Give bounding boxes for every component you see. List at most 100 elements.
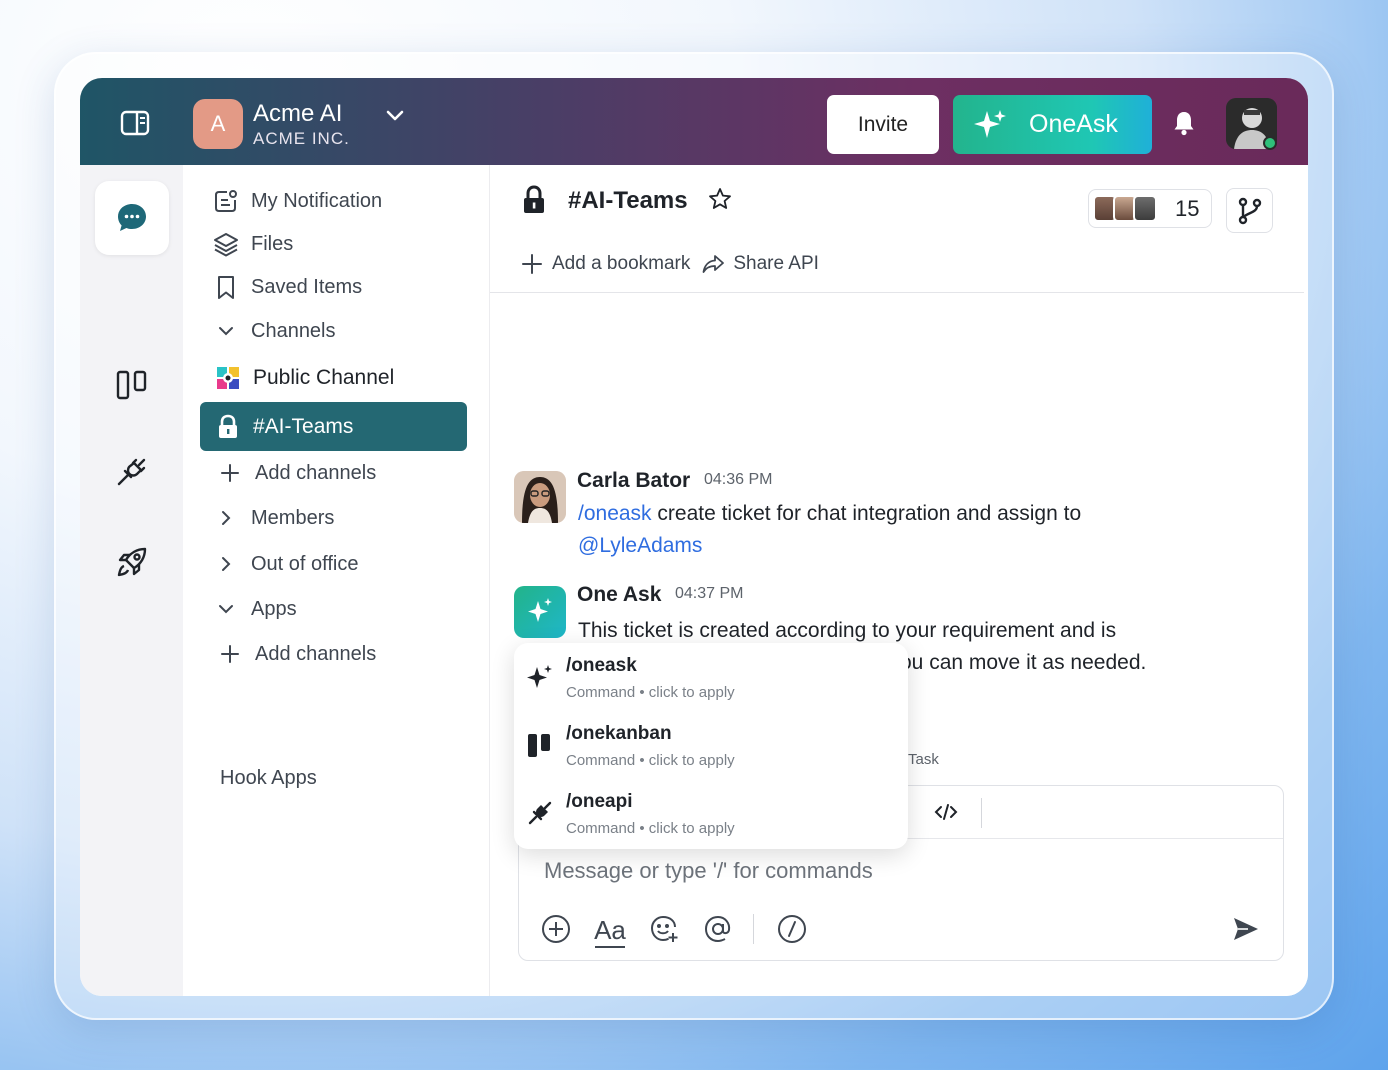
bookmark-icon <box>213 274 239 300</box>
send-icon <box>1234 918 1258 940</box>
sidebar-item-public-channel[interactable]: Public Channel <box>215 365 394 391</box>
sidebar-item-label: #AI-Teams <box>253 414 354 438</box>
sidebar-item-notification[interactable]: My Notification <box>213 188 382 214</box>
invite-button[interactable]: Invite <box>827 95 939 154</box>
chevron-down-icon[interactable] <box>384 106 406 126</box>
add-bookmark-label: Add a bookmark <box>552 253 691 274</box>
sidebar-item-saved[interactable]: Saved Items <box>213 274 362 300</box>
plus-icon <box>217 641 243 667</box>
text-format-button[interactable]: Aa <box>594 914 626 948</box>
plug-icon[interactable] <box>115 455 149 489</box>
sidebar-item-hook-apps[interactable]: Hook Apps <box>220 767 317 790</box>
sidebar-item-ai-teams[interactable]: #AI-Teams <box>200 402 467 451</box>
sidebar-section-members[interactable]: Members <box>213 505 334 531</box>
sidebar-item-label: Apps <box>251 597 297 620</box>
emoji-button[interactable] <box>649 914 679 944</box>
avatar[interactable] <box>514 471 566 523</box>
workspace-avatar[interactable]: A <box>193 99 243 149</box>
command-mention[interactable]: /oneask <box>578 502 652 525</box>
chevron-down-icon <box>213 596 239 622</box>
sidebar-item-label: My Notification <box>251 189 383 212</box>
message-body: create ticket for chat integration and a… <box>651 502 1082 525</box>
at-icon <box>704 915 731 943</box>
channel-title: #AI-Teams <box>568 187 688 214</box>
sidebar-item-label: Channels <box>251 319 336 342</box>
sidebar-section-apps[interactable]: Apps <box>213 596 297 622</box>
chat-bubble-icon <box>118 204 146 231</box>
share-api-button[interactable]: Share API <box>702 253 819 275</box>
layers-icon <box>213 231 239 257</box>
git-branch-icon <box>1238 197 1261 224</box>
message-author[interactable]: Carla Bator <box>577 469 690 493</box>
bell-icon[interactable] <box>1173 110 1195 136</box>
rail-chat-active[interactable] <box>95 181 169 255</box>
composer-divider <box>753 914 754 944</box>
plug-icon <box>528 801 552 825</box>
command-name: /oneapi <box>566 791 633 812</box>
member-avatar <box>1133 195 1157 222</box>
code-icon[interactable] <box>933 800 959 824</box>
oneask-label: OneAsk <box>1029 110 1118 138</box>
user-mention[interactable]: @LyleAdams <box>578 534 702 557</box>
command-item-oneapi[interactable]: /oneapi Command • click to apply <box>514 783 908 851</box>
chevron-right-icon <box>213 505 239 531</box>
command-menu: /oneask Command • click to apply /onekan… <box>514 643 908 849</box>
rocket-icon[interactable] <box>115 545 149 579</box>
kanban-icon <box>528 734 550 757</box>
star-icon[interactable] <box>708 187 732 211</box>
sidebar-item-label: Add channels <box>255 642 377 665</box>
branch-button[interactable] <box>1226 188 1273 233</box>
command-name: /onekanban <box>566 723 672 744</box>
sidebar-item-label: Members <box>251 506 335 529</box>
sparkle-icon <box>527 665 552 688</box>
add-apps-button[interactable]: Add channels <box>217 641 376 667</box>
sparkle-icon <box>528 598 552 622</box>
sidebar-toggle-icon[interactable] <box>120 110 150 136</box>
workspace-name[interactable]: Acme AI <box>253 100 342 128</box>
message-time: 04:37 PM <box>675 585 744 602</box>
message-text: /oneask create ticket for chat integrati… <box>578 498 1218 562</box>
plus-icon <box>522 254 542 274</box>
chevron-down-icon <box>213 318 239 344</box>
send-button[interactable] <box>1231 914 1261 944</box>
sidebar-item-label: Files <box>251 232 294 255</box>
public-channel-icon <box>215 365 241 391</box>
plus-circle-icon <box>542 915 570 943</box>
mention-button[interactable] <box>703 914 733 944</box>
sidebar-item-label: Public Channel <box>253 366 395 389</box>
sidebar-section-channels[interactable]: Channels <box>213 318 336 344</box>
message-line: This ticket is created according to your… <box>578 619 1117 642</box>
command-name: /oneask <box>566 655 637 676</box>
kanban-icon[interactable] <box>115 368 149 402</box>
message-input[interactable]: Message or type '/' for commands <box>544 858 873 884</box>
lock-icon <box>524 185 544 213</box>
command-item-onekanban[interactable]: /onekanban Command • click to apply <box>514 715 908 783</box>
header-divider <box>490 292 1304 293</box>
sidebar-item-files[interactable]: Files <box>213 231 293 257</box>
message-text-continued: ou can move it as needed. <box>900 651 1147 674</box>
member-count: 15 <box>1175 195 1200 221</box>
slash-command-button[interactable] <box>777 914 807 944</box>
chevron-right-icon <box>213 551 239 577</box>
command-item-oneask[interactable]: /oneask Command • click to apply <box>514 647 908 715</box>
bookmark-bar: Add a bookmark Share API <box>521 253 819 275</box>
oneask-button[interactable]: OneAsk <box>953 95 1152 154</box>
plus-icon <box>217 460 243 486</box>
channel-main: #AI-Teams 15 Add a bookmark Share API Ca… <box>490 165 1308 996</box>
sparkle-icon <box>974 109 1006 138</box>
members-pill[interactable]: 15 <box>1088 189 1212 228</box>
task-label: Task <box>908 751 939 768</box>
message-time: 04:36 PM <box>704 471 773 488</box>
sidebar-section-out-of-office[interactable]: Out of office <box>213 551 358 577</box>
online-status-dot <box>1263 136 1277 150</box>
sidebar: My Notification Files Saved Items Channe… <box>183 165 490 996</box>
add-channels-button[interactable]: Add channels <box>217 460 376 486</box>
emoji-icon <box>650 915 678 942</box>
message-author[interactable]: One Ask <box>577 583 661 607</box>
add-attachment-button[interactable] <box>541 914 571 944</box>
add-bookmark-button[interactable]: Add a bookmark <box>521 253 690 275</box>
toolbar-divider <box>981 798 982 828</box>
oneask-bot-avatar[interactable] <box>514 586 566 638</box>
sidebar-item-label: Add channels <box>255 461 377 484</box>
top-header: A Acme AI ACME INC. Invite OneAsk <box>80 78 1308 165</box>
